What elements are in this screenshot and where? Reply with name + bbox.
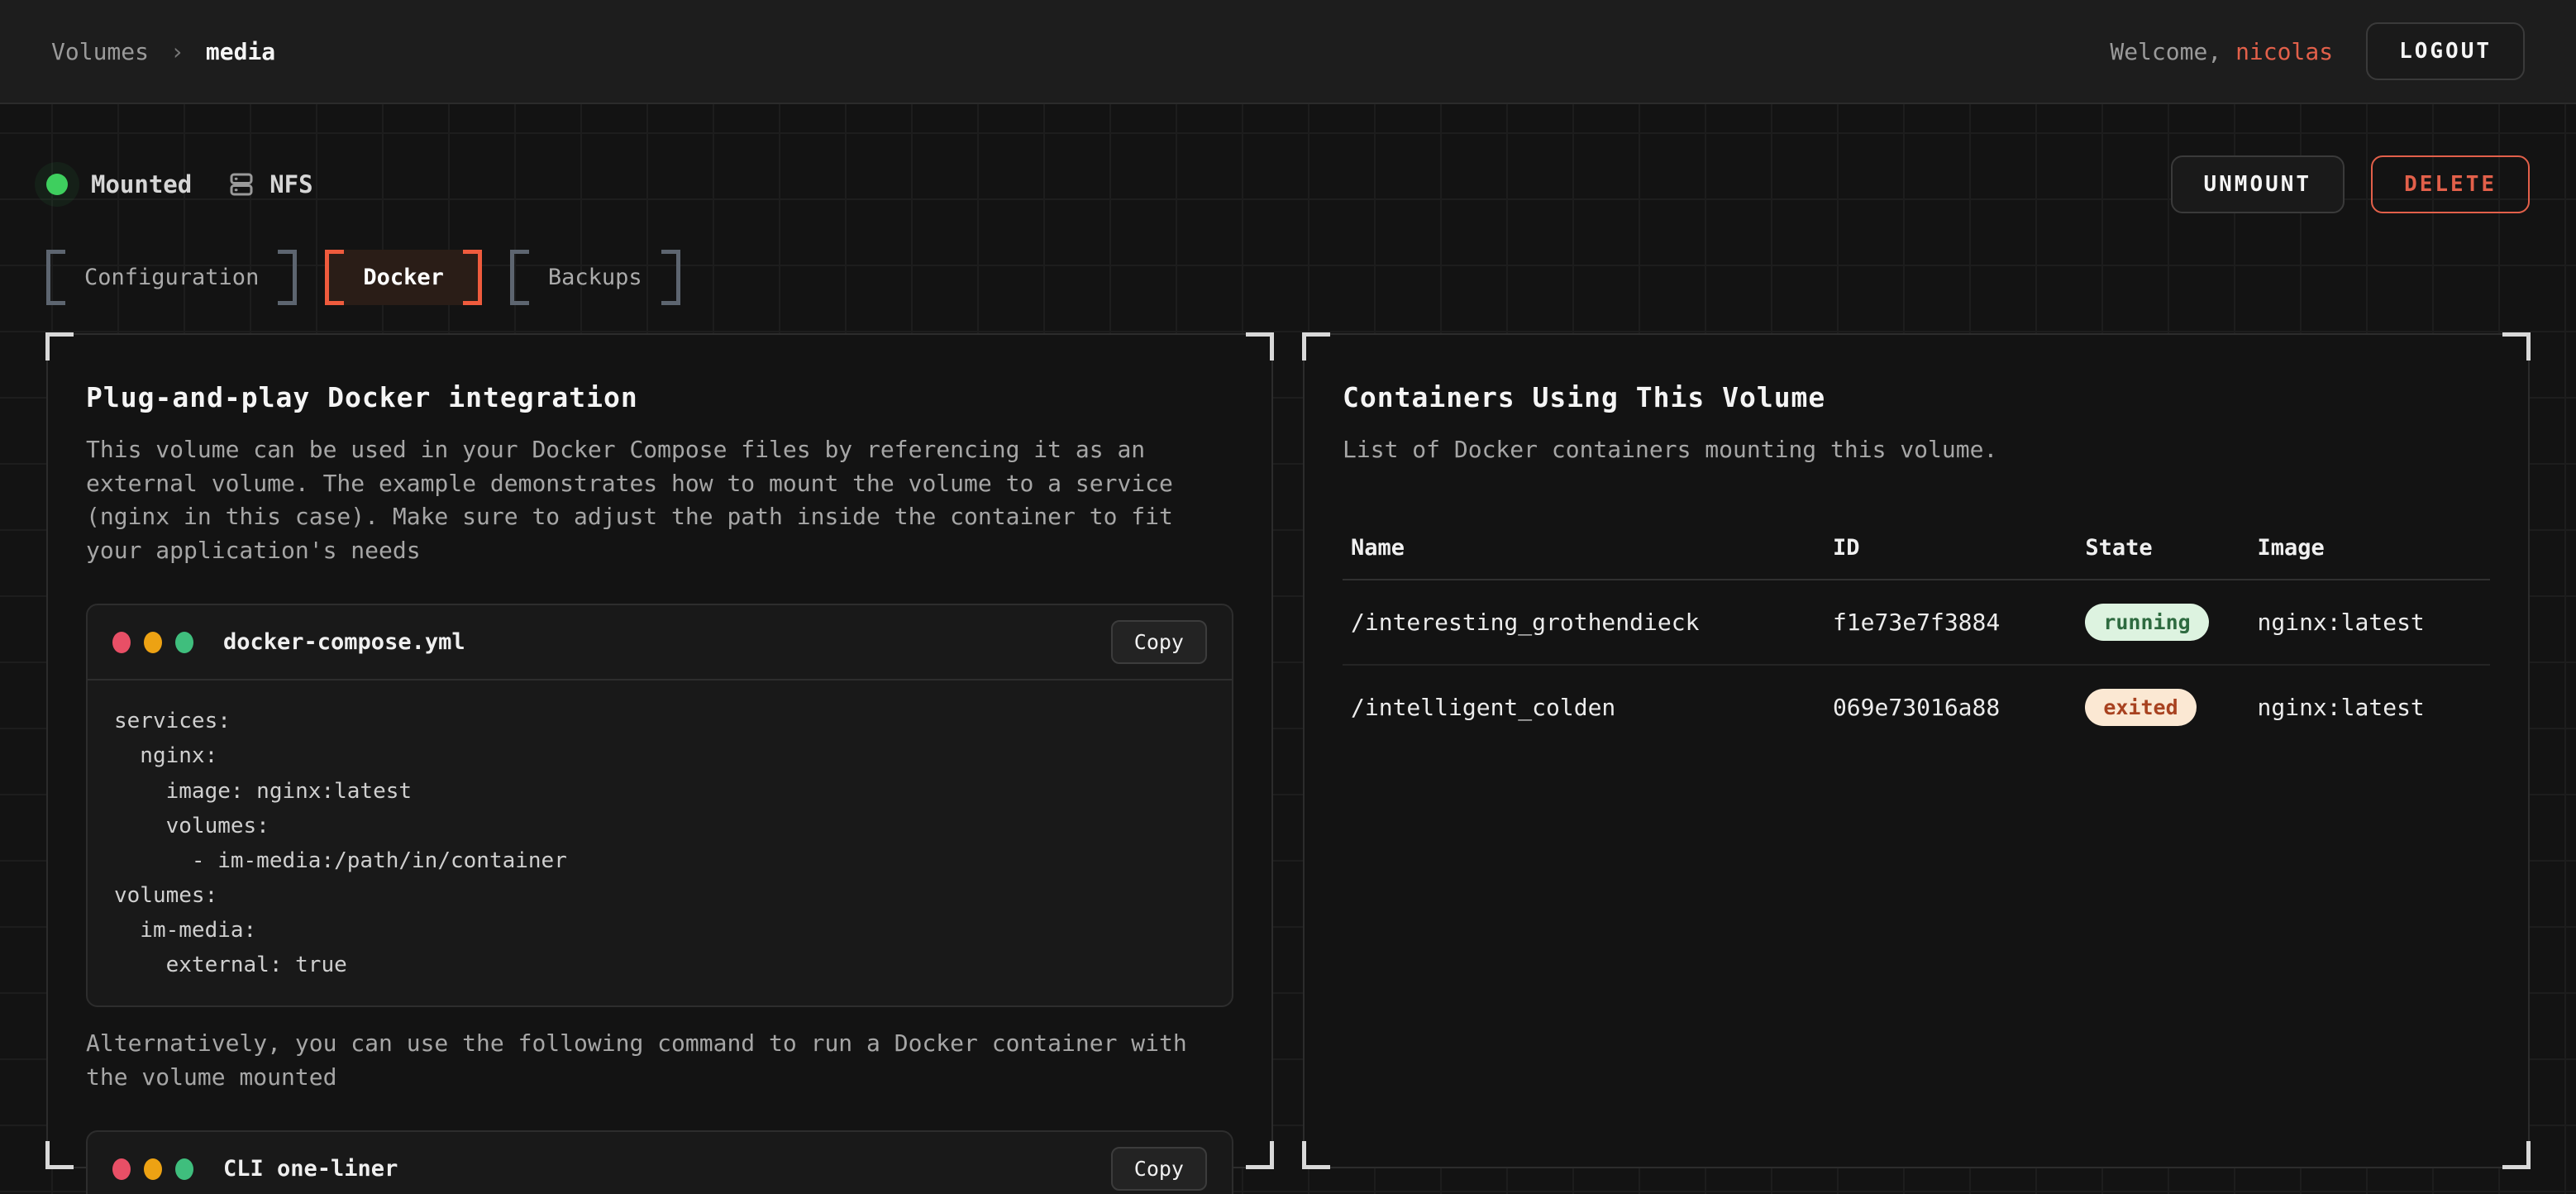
volume-status-row: Mounted NFS UNMOUNT DELETE bbox=[46, 155, 2530, 213]
nfs-server-icon bbox=[227, 170, 256, 199]
docker-panel-title: Plug-and-play Docker integration bbox=[86, 381, 1233, 413]
volume-tabs: Configuration Docker Backups bbox=[46, 250, 2530, 305]
traffic-light-amber-icon bbox=[144, 632, 162, 653]
tab-configuration[interactable]: Configuration bbox=[46, 250, 297, 305]
delete-button[interactable]: DELETE bbox=[2371, 155, 2530, 213]
column-header-name: Name bbox=[1343, 520, 1825, 580]
containers-table-wrap: Name ID State Image /interesting_grothen… bbox=[1343, 520, 2490, 749]
welcome-text: Welcome, nicolas bbox=[2110, 38, 2333, 65]
page-content: Mounted NFS UNMOUNT DELETE Configuration… bbox=[0, 104, 2576, 1194]
cli-code-block: CLI one-liner Copy docker run -v im-medi… bbox=[86, 1130, 1233, 1194]
breadcrumb-separator-icon: › bbox=[170, 38, 184, 65]
cli-filename: CLI one-liner bbox=[223, 1156, 398, 1182]
container-name: /intelligent_colden bbox=[1343, 665, 1825, 749]
cli-code-header: CLI one-liner Copy bbox=[88, 1132, 1232, 1194]
docker-integration-panel: Plug-and-play Docker integration This vo… bbox=[46, 333, 1273, 1168]
volume-driver: NFS bbox=[227, 170, 312, 199]
topbar-right: Welcome, nicolas LOGOUT bbox=[2110, 22, 2525, 80]
container-id: 069e73016a88 bbox=[1825, 665, 2077, 749]
panels-row: Plug-and-play Docker integration This vo… bbox=[46, 333, 2530, 1168]
containers-panel: Containers Using This Volume List of Doc… bbox=[1303, 333, 2530, 1168]
mounted-status-label: Mounted bbox=[91, 170, 192, 198]
driver-label: NFS bbox=[270, 170, 312, 198]
compose-code-block: docker-compose.yml Copy services: nginx:… bbox=[86, 604, 1233, 1007]
containers-table-header-row: Name ID State Image bbox=[1343, 520, 2490, 580]
panel-corner-decoration bbox=[2502, 332, 2531, 361]
panel-corner-decoration bbox=[2502, 1141, 2531, 1169]
docker-panel-description: This volume can be used in your Docker C… bbox=[86, 433, 1233, 567]
panel-corner-decoration bbox=[45, 332, 74, 361]
compose-code-header: docker-compose.yml Copy bbox=[88, 605, 1232, 681]
container-image: nginx:latest bbox=[2249, 580, 2491, 665]
traffic-light-amber-icon bbox=[144, 1158, 162, 1180]
tab-docker[interactable]: Docker bbox=[325, 250, 482, 305]
compose-copy-button[interactable]: Copy bbox=[1111, 620, 1207, 664]
panel-corner-decoration bbox=[45, 1141, 74, 1169]
containers-panel-title: Containers Using This Volume bbox=[1343, 381, 2490, 413]
cli-intro-text: Alternatively, you can use the following… bbox=[86, 1027, 1233, 1094]
breadcrumb: Volumes › media bbox=[51, 38, 275, 65]
logout-button[interactable]: LOGOUT bbox=[2366, 22, 2525, 80]
volume-status: Mounted NFS bbox=[46, 170, 313, 199]
status-badge: exited bbox=[2085, 689, 2196, 726]
traffic-light-red-icon bbox=[112, 1158, 131, 1180]
traffic-light-green-icon bbox=[175, 1158, 193, 1180]
container-image: nginx:latest bbox=[2249, 665, 2491, 749]
containers-table: Name ID State Image /interesting_grothen… bbox=[1343, 520, 2490, 749]
compose-filename: docker-compose.yml bbox=[223, 629, 465, 655]
containers-panel-subtitle: List of Docker containers mounting this … bbox=[1343, 433, 2490, 467]
column-header-state: State bbox=[2077, 520, 2249, 580]
username: nicolas bbox=[2235, 38, 2333, 65]
mounted-status-dot-icon bbox=[46, 174, 68, 195]
panel-corner-decoration bbox=[1246, 332, 1274, 361]
breadcrumb-current-volume: media bbox=[206, 38, 275, 65]
unmount-button[interactable]: UNMOUNT bbox=[2171, 155, 2345, 213]
traffic-light-red-icon bbox=[112, 632, 131, 653]
panel-corner-decoration bbox=[1302, 1141, 1330, 1169]
table-row: /intelligent_colden 069e73016a88 exited … bbox=[1343, 665, 2490, 749]
traffic-light-green-icon bbox=[175, 632, 193, 653]
column-header-image: Image bbox=[2249, 520, 2491, 580]
container-id: f1e73e7f3884 bbox=[1825, 580, 2077, 665]
compose-code-content: services: nginx: image: nginx:latest vol… bbox=[88, 681, 1232, 1005]
table-row: /interesting_grothendieck f1e73e7f3884 r… bbox=[1343, 580, 2490, 665]
column-header-id: ID bbox=[1825, 520, 2077, 580]
status-badge: running bbox=[2085, 604, 2208, 641]
container-name: /interesting_grothendieck bbox=[1343, 580, 1825, 665]
panel-corner-decoration bbox=[1302, 332, 1330, 361]
panel-corner-decoration bbox=[1246, 1141, 1274, 1169]
traffic-lights bbox=[112, 1158, 193, 1180]
breadcrumb-volumes-link[interactable]: Volumes bbox=[51, 38, 149, 65]
volume-actions: UNMOUNT DELETE bbox=[2171, 155, 2531, 213]
tab-backups[interactable]: Backups bbox=[510, 250, 680, 305]
traffic-lights bbox=[112, 632, 193, 653]
welcome-label: Welcome, bbox=[2110, 38, 2235, 65]
cli-copy-button[interactable]: Copy bbox=[1111, 1147, 1207, 1191]
top-bar: Volumes › media Welcome, nicolas LOGOUT bbox=[0, 0, 2576, 104]
